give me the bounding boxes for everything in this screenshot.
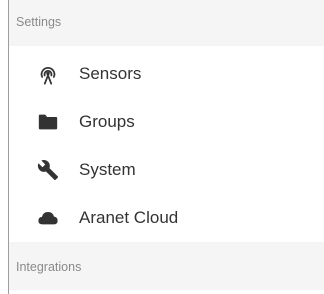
cloud-icon	[37, 207, 59, 229]
settings-sidebar: Settings Sensors Groups System Aranet Cl…	[0, 0, 324, 294]
wrench-icon	[37, 159, 59, 181]
sidebar-item-system[interactable]: System	[9, 146, 324, 194]
sidebar-item-aranet-cloud-label: Aranet Cloud	[79, 208, 179, 227]
section-header-settings: Settings	[9, 0, 324, 46]
sidebar-item-sensors-label: Sensors	[79, 64, 142, 83]
sensor-antenna-icon	[37, 63, 59, 85]
sidebar-item-groups[interactable]: Groups	[9, 98, 324, 146]
sidebar-item-system-label: System	[79, 160, 136, 179]
folder-icon	[37, 111, 59, 133]
sidebar-item-aranet-cloud[interactable]: Aranet Cloud	[9, 194, 324, 242]
sidebar-item-groups-label: Groups	[79, 112, 135, 131]
sidebar-item-sensors[interactable]: Sensors	[9, 50, 324, 98]
section-header-integrations: Integrations	[9, 242, 324, 290]
settings-nav-list: Sensors Groups System Aranet Cloud	[9, 50, 324, 242]
